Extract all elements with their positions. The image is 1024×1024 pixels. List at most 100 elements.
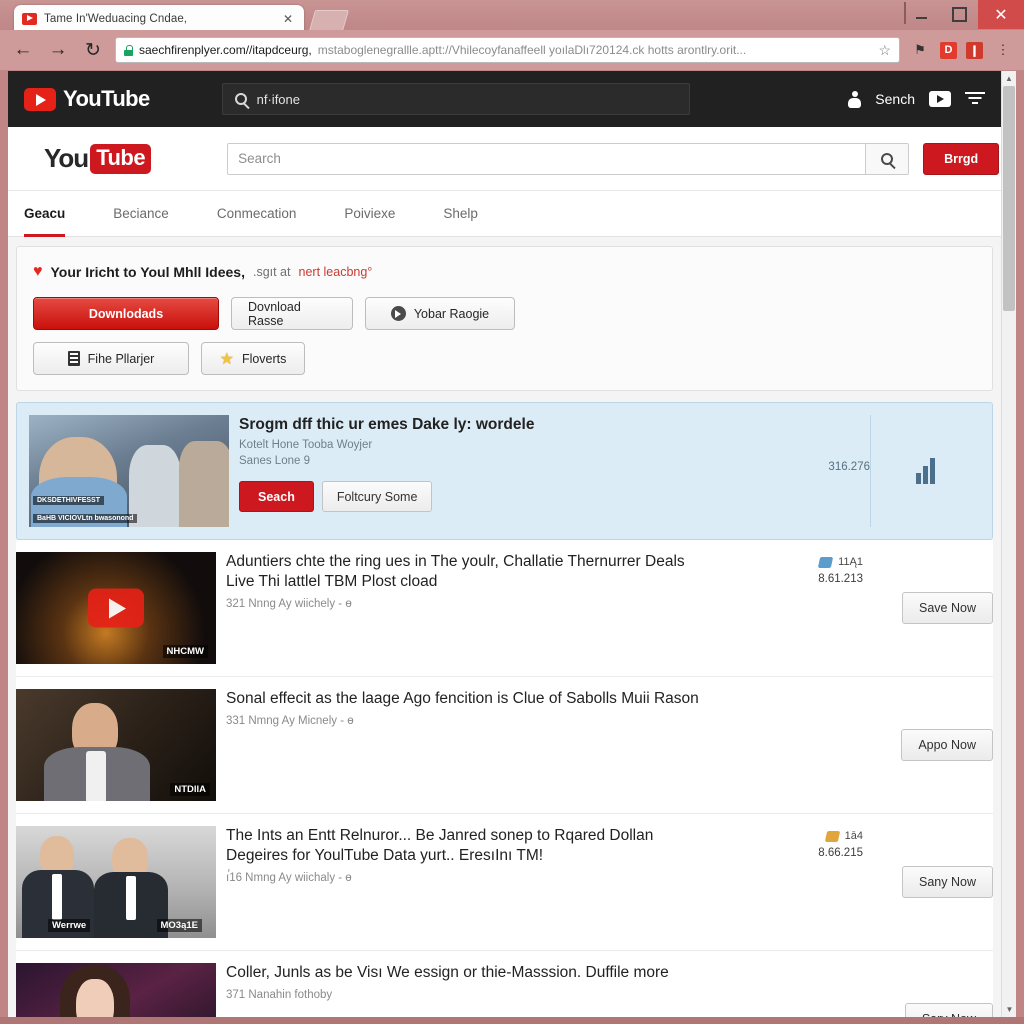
account-icon[interactable] bbox=[848, 90, 862, 108]
search-icon bbox=[881, 152, 894, 165]
thumb-overlay-label-2: BaHB VICIOVLtn bwasonond bbox=[33, 514, 138, 523]
video-info: Srogm dff thic ur emes Dake ly: wordele … bbox=[239, 415, 750, 513]
minimize-button[interactable] bbox=[902, 0, 940, 29]
tab-conmecation[interactable]: Conmecation bbox=[217, 191, 297, 237]
video-thumbnail[interactable]: Werrwe MO3ą1E bbox=[16, 826, 216, 938]
extension-icon-1[interactable]: D bbox=[940, 41, 957, 59]
new-tab-button[interactable] bbox=[308, 10, 350, 31]
tab-geacu[interactable]: Geacu bbox=[24, 191, 66, 237]
video-thumbnail[interactable] bbox=[16, 963, 216, 1017]
file-player-button[interactable]: Fihe Pllarjer bbox=[33, 342, 189, 375]
page-scrollbar[interactable]: ▲ ▼ bbox=[1001, 71, 1016, 1017]
video-meta: Sanes Lone 9 bbox=[239, 455, 310, 468]
forward-icon[interactable]: → bbox=[45, 37, 71, 63]
floverts-label: Floverts bbox=[241, 351, 287, 366]
play-overlay-icon[interactable] bbox=[88, 588, 144, 628]
browser-tab-title: Tame In'Weduacing Cndae, bbox=[44, 12, 188, 25]
results-list: DKSDETHIVFESST BaHB VICIOVLtn bwasonond … bbox=[16, 402, 993, 1017]
star-icon: ★ bbox=[219, 350, 234, 368]
save-now-button[interactable]: Save Now bbox=[902, 592, 993, 624]
table-row[interactable]: DKSDETHIVFESST BaHB VICIOVLtn bwasonond … bbox=[16, 402, 993, 540]
reload-icon[interactable]: ↻ bbox=[80, 37, 106, 63]
account-label[interactable]: Sench bbox=[875, 91, 915, 107]
page-viewport: YouTube nf·ifone Sench You Tube Search B… bbox=[8, 71, 1016, 1017]
video-count: 316.276 bbox=[828, 461, 870, 473]
document-icon bbox=[67, 351, 80, 366]
youtube-logo-dark[interactable]: YouTube bbox=[24, 86, 150, 112]
sary-now-button[interactable]: Sary Now bbox=[904, 1003, 993, 1017]
video-meta: 321 Nnng Ay wiichely - ɵ bbox=[226, 598, 352, 611]
video-stats: 11Ą1 8.61.213 bbox=[713, 552, 863, 664]
browser-tab[interactable]: Tame In'Weduacing Cndae, ✕ bbox=[14, 5, 304, 32]
bookmark-star-icon[interactable]: ☆ bbox=[878, 42, 891, 59]
video-info: Coller, Junls as be Visı We essign or th… bbox=[226, 963, 713, 1017]
floverts-button[interactable]: ★ Floverts bbox=[201, 342, 305, 375]
window-controls: ✕ bbox=[902, 0, 1024, 29]
table-row[interactable]: Werrwe MO3ą1E The Ints an Entt Relnuror.… bbox=[16, 814, 993, 951]
tab-beciance[interactable]: Beciance bbox=[113, 191, 169, 237]
file-player-label: Fihe Pllarjer bbox=[87, 351, 155, 366]
heart-icon: ♥ bbox=[33, 263, 43, 280]
cast-icon[interactable]: ⚑ bbox=[909, 39, 931, 61]
scrollbar-thumb[interactable] bbox=[1003, 86, 1015, 311]
browser-menu-icon[interactable]: ⋮ bbox=[992, 39, 1014, 61]
table-row[interactable]: NTDllA Sonal effecit as the laage Ago fe… bbox=[16, 677, 993, 814]
bar-chart-icon[interactable] bbox=[870, 415, 980, 527]
scroll-up-icon[interactable]: ▲ bbox=[1002, 71, 1016, 86]
video-stats: 316.276 bbox=[750, 415, 870, 473]
video-title[interactable]: Aduntiers chte the ring ues in The youlr… bbox=[226, 552, 703, 592]
masthead-search-value: nf·ifone bbox=[256, 91, 301, 107]
brand-button[interactable]: Brrgd bbox=[923, 142, 1000, 175]
search-icon bbox=[234, 93, 247, 105]
tab-shelp[interactable]: Shelp bbox=[443, 191, 478, 237]
video-stats bbox=[713, 963, 863, 1017]
tab-close-icon[interactable]: ✕ bbox=[280, 12, 296, 26]
video-title[interactable]: Coller, Junls as be Visı We essign or th… bbox=[226, 963, 703, 983]
youtube-logo-light[interactable]: You Tube bbox=[44, 143, 152, 174]
yobar-raogie-label: Yobar Raogie bbox=[413, 306, 490, 321]
video-thumbnail[interactable]: NHCMW bbox=[16, 552, 216, 664]
video-title[interactable]: Sonal effecit as the laage Ago fencition… bbox=[226, 689, 703, 709]
video-meta: 331 Nmng Ay Micnely - ɵ bbox=[226, 715, 354, 728]
address-bar[interactable]: saechfirenplyer.com//itapdceurg, mstabog… bbox=[115, 37, 900, 63]
video-badge: 11Ą1 bbox=[713, 556, 863, 568]
youtube-favicon bbox=[22, 12, 37, 25]
filter-icon[interactable] bbox=[965, 92, 985, 106]
sany-now-button[interactable]: Sany Now bbox=[902, 866, 993, 898]
close-window-button[interactable]: ✕ bbox=[978, 0, 1024, 29]
video-thumbnail[interactable]: NTDllA bbox=[16, 689, 216, 801]
video-badge-count: 11Ą1 bbox=[838, 556, 863, 568]
extension-icon-2[interactable]: ❙ bbox=[966, 41, 983, 59]
seach-button[interactable]: Seach bbox=[239, 481, 314, 513]
video-stats: 1ā4 8.66.215 bbox=[713, 826, 863, 938]
thumb-overlay-label-1: NTDllA bbox=[170, 783, 210, 796]
foltcury-some-button[interactable]: Foltcury Some bbox=[321, 481, 433, 513]
site-header: You Tube Search Brrgd bbox=[8, 127, 1001, 191]
search-submit-button[interactable] bbox=[865, 142, 910, 175]
table-row[interactable]: NHCMW Aduntiers chte the ring ues in The… bbox=[16, 540, 993, 677]
video-stats bbox=[713, 689, 863, 801]
video-thumbnail[interactable]: DKSDETHIVFESST BaHB VICIOVLtn bwasonond bbox=[29, 415, 229, 527]
video-title[interactable]: Srogm dff thic ur emes Dake ly: wordele bbox=[239, 415, 740, 435]
mini-play-icon[interactable] bbox=[929, 91, 951, 107]
masthead-search-input[interactable]: nf·ifone bbox=[221, 83, 690, 115]
appo-now-button[interactable]: Appo Now bbox=[901, 729, 993, 761]
promo-link[interactable]: nert leacbng° bbox=[299, 265, 373, 279]
search-input[interactable]: Search bbox=[227, 142, 866, 175]
table-row[interactable]: Coller, Junls as be Visı We essign or th… bbox=[16, 951, 993, 1017]
scroll-down-icon[interactable]: ▼ bbox=[1002, 1002, 1016, 1017]
video-action-cell: Sary Now bbox=[863, 963, 993, 1017]
video-channel[interactable]: Kotelt Hone Tooba Woyjer bbox=[239, 439, 740, 451]
video-meta: 371 Nanahin fothoby bbox=[226, 989, 333, 1002]
downloads-button[interactable]: Downlodads bbox=[33, 297, 219, 330]
promo-card: ♥ Your Iricht to Youl Mhll Idees, .sgıt … bbox=[16, 246, 993, 391]
back-icon[interactable]: ← bbox=[10, 37, 36, 63]
tab-poiviexe[interactable]: Poiviexe bbox=[344, 191, 395, 237]
download-rasse-button[interactable]: Dovnload Rasse bbox=[231, 297, 353, 330]
video-title[interactable]: The Ints an Entt Relnuror... Be Janred s… bbox=[226, 826, 703, 866]
thumb-overlay-label-1: Werrwe bbox=[48, 919, 91, 932]
maximize-button[interactable] bbox=[940, 0, 978, 29]
yobar-raogie-button[interactable]: Yobar Raogie bbox=[365, 297, 515, 330]
youtube-play-icon bbox=[24, 87, 56, 111]
thumb-overlay-label-1: DKSDETHIVFESST bbox=[33, 496, 105, 505]
